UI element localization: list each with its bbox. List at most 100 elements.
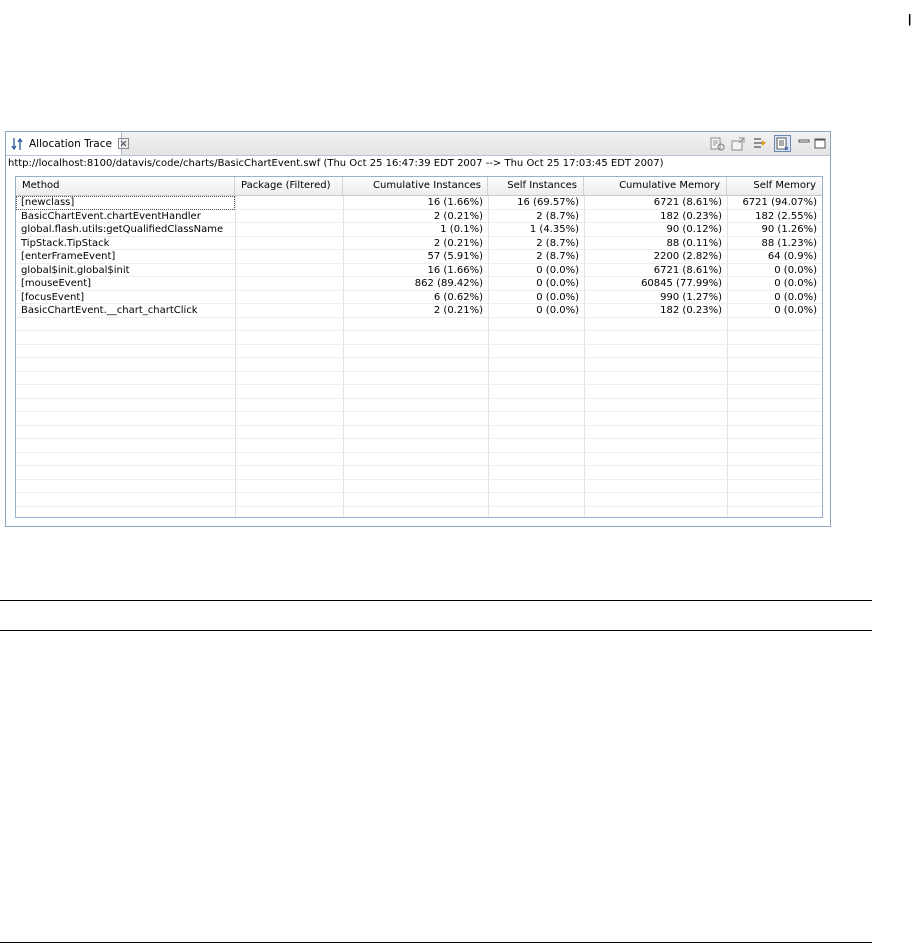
method-cell: [mouseEvent] xyxy=(21,278,92,289)
empty-table-row xyxy=(16,372,822,385)
cumulative-memory-cell: 990 (1.27%) xyxy=(660,291,722,303)
empty-table-row xyxy=(16,358,822,372)
page-rule xyxy=(0,630,872,631)
filters-icon[interactable] xyxy=(709,135,726,152)
self-instances-cell: 0 (0.0%) xyxy=(536,305,579,316)
method-cell: [newclass] xyxy=(16,196,235,210)
self-memory-cell: 0 (0.0%) xyxy=(774,305,817,316)
empty-table-row xyxy=(16,507,822,518)
cumulative-instances-cell: 16 (1.66%) xyxy=(427,197,483,208)
view-tab-bar: Allocation Trace xyxy=(6,132,830,156)
package-cell xyxy=(235,223,343,237)
method-cell: TipStack.TipStack xyxy=(21,237,110,249)
column-header-cumulative-memory[interactable]: Cumulative Memory xyxy=(584,177,727,195)
table-row[interactable]: [enterFrameEvent] 57 (5.91%) 2 (8.7%) 2200 … xyxy=(16,250,822,264)
self-instances-cell: 16 (69.57%) xyxy=(517,197,579,208)
maximize-icon[interactable] xyxy=(812,135,829,152)
minimize-icon[interactable] xyxy=(796,135,813,152)
cumulative-memory-cell: 88 (0.11%) xyxy=(666,237,722,249)
table-row[interactable]: [mouseEvent] 862 (89.42%) 0 (0.0%) 60845 (7… xyxy=(16,277,822,291)
table-row[interactable]: TipStack.TipStack 2 (0.21%) 2 (8.7%) 88 (0.… xyxy=(16,237,822,251)
table-row[interactable]: global$init.global$init 16 (1.66%) 0 (0.0%… xyxy=(16,264,822,278)
empty-table-row xyxy=(16,480,822,493)
package-cell xyxy=(235,304,343,318)
empty-table-row xyxy=(16,453,822,466)
package-cell xyxy=(235,237,343,251)
self-memory-cell: 64 (0.9%) xyxy=(767,251,817,262)
table-row[interactable]: [focusEvent] 6 (0.62%) 0 (0.0%) 990 (1.27%)… xyxy=(16,291,822,305)
cumulative-instances-cell: 6 (0.62%) xyxy=(433,291,483,303)
self-memory-cell: 182 (2.55%) xyxy=(755,210,817,222)
self-instances-cell: 2 (8.7%) xyxy=(536,251,579,262)
cumulative-memory-cell: 90 (0.12%) xyxy=(666,224,722,235)
session-url-line: http://localhost:8100/datavis/code/chart… xyxy=(8,158,664,169)
allocation-trace-view: Allocation Trace http://localhost:8100/d… xyxy=(5,131,831,527)
cumulative-instances-cell: 862 (89.42%) xyxy=(414,278,483,289)
self-instances-cell: 0 (0.0%) xyxy=(536,264,579,276)
method-cell: BasicChartEvent.__chart_chartClick xyxy=(21,305,198,316)
self-instances-cell: 2 (8.7%) xyxy=(536,237,579,249)
package-cell xyxy=(235,277,343,291)
self-instances-cell: 0 (0.0%) xyxy=(536,291,579,303)
allocation-trace-icon xyxy=(10,137,24,151)
open-source-icon[interactable] xyxy=(730,135,747,152)
empty-table-row xyxy=(16,318,822,331)
column-header-self-memory[interactable]: Self Memory xyxy=(727,177,822,195)
table-row[interactable]: BasicChartEvent.__chart_chartClick 2 (0.2… xyxy=(16,304,822,318)
empty-table-row xyxy=(16,466,822,480)
empty-table-row xyxy=(16,399,822,412)
allocation-table: Method Package (Filtered) Cumulative Ins… xyxy=(15,176,823,518)
empty-table-row xyxy=(16,385,822,399)
cumulative-memory-cell: 6721 (8.61%) xyxy=(653,197,722,208)
column-header-package[interactable]: Package (Filtered) xyxy=(235,177,343,195)
self-memory-cell: 90 (1.26%) xyxy=(761,224,817,235)
cumulative-instances-cell: 57 (5.91%) xyxy=(427,251,483,262)
self-memory-cell: 6721 (94.07%) xyxy=(742,197,817,208)
close-icon[interactable] xyxy=(117,138,129,149)
page-edge-marker: | xyxy=(908,12,912,26)
empty-table-row xyxy=(16,345,822,358)
empty-table-row xyxy=(16,331,822,345)
tab-label: Allocation Trace xyxy=(29,137,112,150)
method-cell: [focusEvent] xyxy=(21,291,85,303)
cumulative-memory-cell: 182 (0.23%) xyxy=(660,305,722,316)
column-header-self-instances[interactable]: Self Instances xyxy=(488,177,584,195)
self-memory-cell: 88 (1.23%) xyxy=(761,237,817,249)
page-rule xyxy=(0,942,872,943)
empty-table-row xyxy=(16,439,822,453)
package-cell xyxy=(235,250,343,264)
empty-table-row xyxy=(16,426,822,439)
cumulative-memory-cell: 60845 (77.99%) xyxy=(641,278,722,289)
package-cell xyxy=(235,291,343,305)
cumulative-memory-cell: 2200 (2.82%) xyxy=(653,251,722,262)
show-method-icon[interactable] xyxy=(752,135,769,152)
cumulative-instances-cell: 2 (0.21%) xyxy=(433,210,483,222)
self-memory-cell: 0 (0.0%) xyxy=(774,278,817,289)
table-header: Method Package (Filtered) Cumulative Ins… xyxy=(16,177,822,196)
self-instances-cell: 0 (0.0%) xyxy=(536,278,579,289)
method-cell: global$init.global$init xyxy=(21,264,130,276)
column-header-cumulative-instances[interactable]: Cumulative Instances xyxy=(343,177,488,195)
cumulative-instances-cell: 2 (0.21%) xyxy=(433,237,483,249)
self-instances-cell: 2 (8.7%) xyxy=(536,210,579,222)
table-row[interactable]: [newclass] 16 (1.66%) 16 (69.57%) 6721 (8.6… xyxy=(16,196,822,210)
table-row[interactable]: global.flash.utils:getQualifiedClassName… xyxy=(16,223,822,237)
package-cell xyxy=(235,210,343,224)
tab-allocation-trace[interactable]: Allocation Trace xyxy=(6,132,129,155)
method-cell: BasicChartEvent.chartEventHandler xyxy=(21,210,201,222)
method-cell: [enterFrameEvent] xyxy=(21,251,116,262)
table-row[interactable]: BasicChartEvent.chartEventHandler 2 (0.21… xyxy=(16,210,822,224)
self-memory-cell: 0 (0.0%) xyxy=(774,291,817,303)
cumulative-memory-cell: 6721 (8.61%) xyxy=(653,264,722,276)
package-cell xyxy=(235,264,343,278)
column-header-method[interactable]: Method xyxy=(16,177,235,195)
cumulative-instances-cell: 1 (0.1%) xyxy=(440,224,483,235)
page-rule xyxy=(0,600,872,601)
self-instances-cell: 1 (4.35%) xyxy=(529,224,579,235)
cumulative-instances-cell: 2 (0.21%) xyxy=(433,305,483,316)
empty-table-row xyxy=(16,493,822,507)
cumulative-memory-cell: 182 (0.23%) xyxy=(660,210,722,222)
method-cell: global.flash.utils:getQualifiedClassName xyxy=(21,224,224,235)
view-menu-icon[interactable] xyxy=(774,135,791,152)
self-memory-cell: 0 (0.0%) xyxy=(774,264,817,276)
